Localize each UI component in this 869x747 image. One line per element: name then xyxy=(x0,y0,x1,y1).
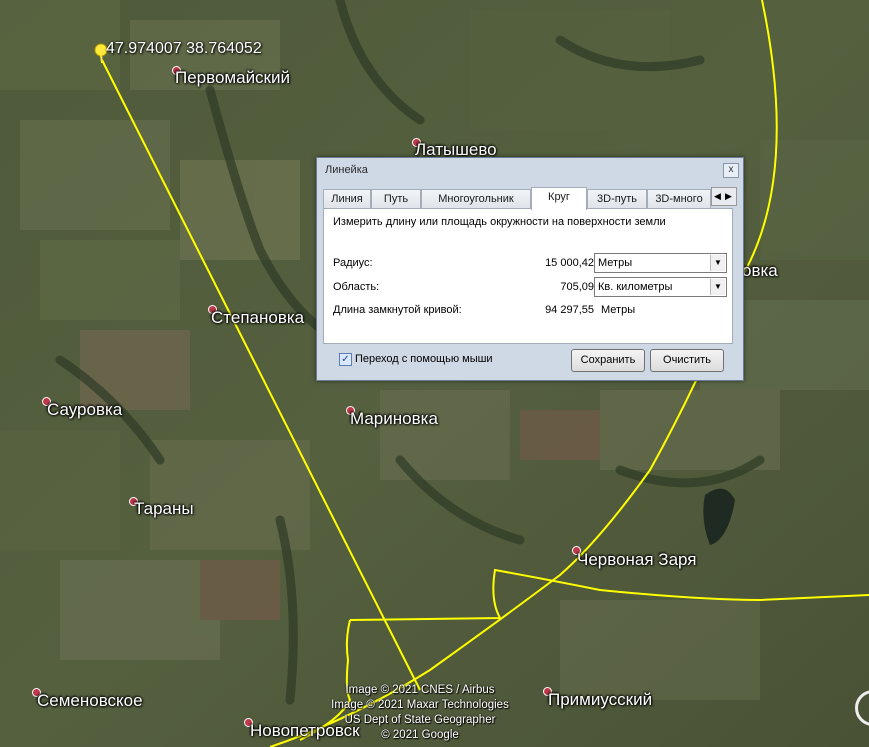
radius-unit-value: Метры xyxy=(598,257,633,269)
place-label[interactable]: Червоная Заря xyxy=(577,550,697,570)
place-label[interactable]: Примиусский xyxy=(548,690,652,710)
marker-coordinates: 47.974007 38.764052 xyxy=(106,40,262,57)
place-label[interactable]: овка xyxy=(742,261,778,281)
radius-label: Радиус: xyxy=(333,257,373,269)
mouse-navigation-checkbox[interactable]: ✓ xyxy=(339,353,352,366)
area-unit-value: Кв. километры xyxy=(598,281,673,293)
tab-polygon[interactable]: Многоугольник xyxy=(421,189,531,209)
place-label[interactable]: Семеновское xyxy=(37,691,143,711)
perimeter-value: 94 297,55 xyxy=(545,304,594,316)
credit-line: US Dept of State Geographer xyxy=(344,714,496,726)
mouse-navigation-label: Переход с помощью мыши xyxy=(355,353,493,365)
perimeter-label: Длина замкнутой кривой: xyxy=(333,304,462,316)
close-button[interactable]: x xyxy=(723,163,739,178)
radius-value: 15 000,42 xyxy=(545,257,594,269)
imagery-credits: Image © 2021 CNES / Airbus Image © 2021 … xyxy=(300,683,540,743)
area-label: Область: xyxy=(333,281,380,293)
clear-button[interactable]: Очистить xyxy=(650,349,724,372)
tab-3d-path[interactable]: 3D-путь xyxy=(587,189,647,209)
chevron-down-icon: ▼ xyxy=(710,255,725,271)
tab-path[interactable]: Путь xyxy=(371,189,421,209)
ruler-dialog: Линейка x Линия Путь Многоугольник Круг … xyxy=(316,157,744,381)
area-value: 705,09 xyxy=(560,281,594,293)
place-label[interactable]: Мариновка xyxy=(350,409,438,429)
place-label[interactable]: Сауровка xyxy=(47,400,122,420)
scroll-left-icon[interactable]: ◀ xyxy=(712,188,723,205)
tab-circle[interactable]: Круг xyxy=(531,187,587,210)
dialog-title: Линейка xyxy=(325,164,368,176)
tab-3d-polygon[interactable]: 3D-много xyxy=(647,189,711,209)
place-label[interactable]: Первомайский xyxy=(175,68,290,88)
tab-scroll: ◀ ▶ xyxy=(711,187,737,206)
credit-line: Image © 2021 Maxar Technologies xyxy=(331,699,509,711)
scroll-right-icon[interactable]: ▶ xyxy=(723,188,734,205)
chevron-down-icon: ▼ xyxy=(710,279,725,295)
radius-unit-select[interactable]: Метры ▼ xyxy=(594,253,727,273)
place-label[interactable]: Степановка xyxy=(211,308,304,328)
area-unit-select[interactable]: Кв. километры ▼ xyxy=(594,277,727,297)
save-button[interactable]: Сохранить xyxy=(571,349,645,372)
credit-line: Image © 2021 CNES / Airbus xyxy=(345,684,495,696)
tab-bar: Линия Путь Многоугольник Круг 3D-путь 3D… xyxy=(323,187,737,210)
circle-panel: Измерить длину или площадь окружности на… xyxy=(323,208,733,344)
perimeter-unit: Метры xyxy=(601,304,636,316)
tab-line[interactable]: Линия xyxy=(323,189,371,209)
place-label[interactable]: Тараны xyxy=(134,499,194,519)
credit-line: © 2021 Google xyxy=(381,729,459,741)
description: Измерить длину или площадь окружности на… xyxy=(333,216,666,228)
